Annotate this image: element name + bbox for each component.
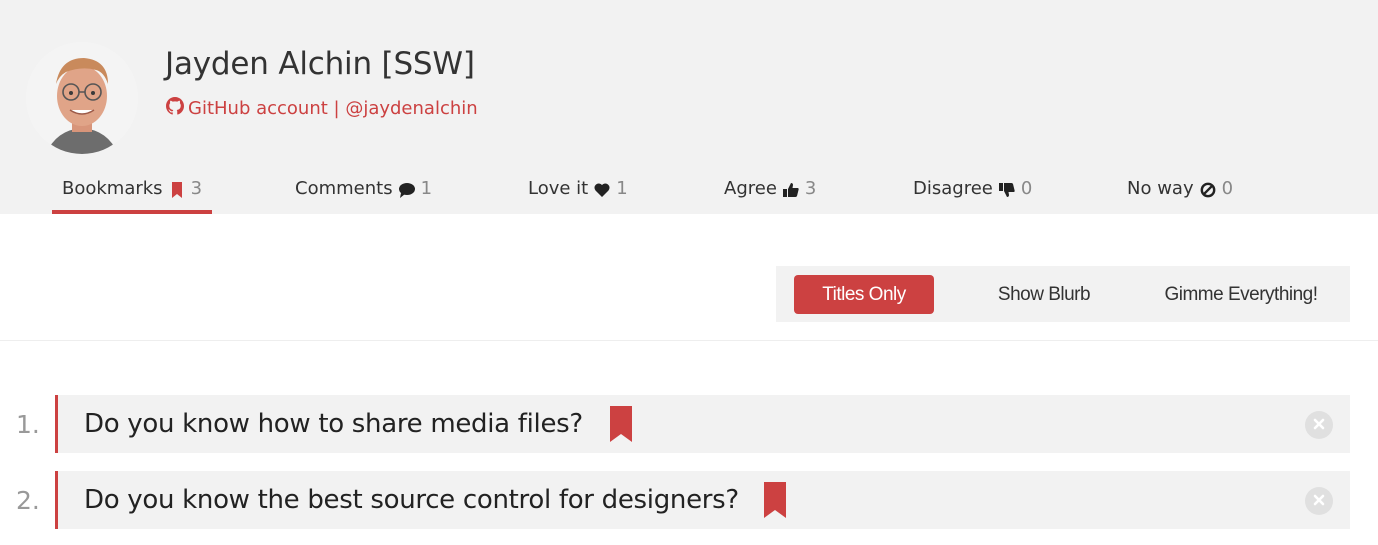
tab-count: 3 (804, 178, 817, 199)
comment-icon (398, 178, 415, 203)
gimme-everything-button[interactable]: Gimme Everything! (1146, 275, 1336, 314)
tab-love-it[interactable]: Love it 1 (528, 178, 628, 214)
avatar (26, 42, 138, 154)
github-account-text: GitHub account | @jaydenalchin (188, 98, 478, 119)
github-icon (166, 97, 184, 120)
heart-icon (594, 178, 610, 203)
profile-name: Jayden Alchin [SSW] (165, 46, 475, 82)
bookmark-icon[interactable] (764, 482, 786, 518)
list-item[interactable]: Do you know how to share media files? (55, 395, 1350, 453)
close-icon (1312, 416, 1326, 435)
show-blurb-button[interactable]: Show Blurb (972, 275, 1116, 314)
tab-count: 0 (1221, 178, 1234, 199)
tab-label: No way (1127, 178, 1194, 199)
profile-header: Jayden Alchin [SSW] GitHub account | @ja… (0, 0, 1378, 214)
tab-count: 1 (616, 178, 628, 199)
tab-count: 0 (1020, 178, 1033, 199)
tab-count: 3 (190, 178, 203, 199)
thumbs-up-icon (782, 178, 799, 203)
tab-label: Love it (528, 178, 589, 199)
tab-label: Bookmarks (62, 178, 163, 199)
ban-icon (1200, 178, 1216, 203)
view-options-bar: Titles Only Show Blurb Gimme Everything! (776, 266, 1350, 322)
tab-label: Disagree (913, 178, 993, 199)
tab-comments[interactable]: Comments 1 (295, 178, 432, 214)
list-item[interactable]: Do you know the best source control for … (55, 471, 1350, 529)
bookmark-icon[interactable] (610, 406, 632, 442)
close-icon (1312, 492, 1326, 511)
thumbs-down-icon (998, 178, 1015, 203)
titles-only-button[interactable]: Titles Only (794, 275, 934, 314)
tab-label: Comments (295, 178, 393, 199)
bookmark-title[interactable]: Do you know the best source control for … (84, 485, 739, 515)
bookmark-title[interactable]: Do you know how to share media files? (84, 409, 583, 439)
remove-bookmark-button[interactable] (1305, 411, 1333, 439)
section-divider (0, 340, 1378, 341)
tab-count: 1 (420, 178, 433, 199)
row-number: 1. (16, 410, 40, 439)
tab-label: Agree (724, 178, 777, 199)
tab-disagree[interactable]: Disagree 0 (913, 178, 1032, 214)
github-account-link[interactable]: GitHub account | @jaydenalchin (166, 97, 478, 120)
row-number: 2. (16, 486, 40, 515)
tab-agree[interactable]: Agree 3 (724, 178, 816, 214)
bookmark-icon (169, 178, 185, 203)
remove-bookmark-button[interactable] (1305, 487, 1333, 515)
tab-no-way[interactable]: No way 0 (1127, 178, 1233, 214)
tab-bookmarks[interactable]: Bookmarks 3 (51, 178, 213, 214)
